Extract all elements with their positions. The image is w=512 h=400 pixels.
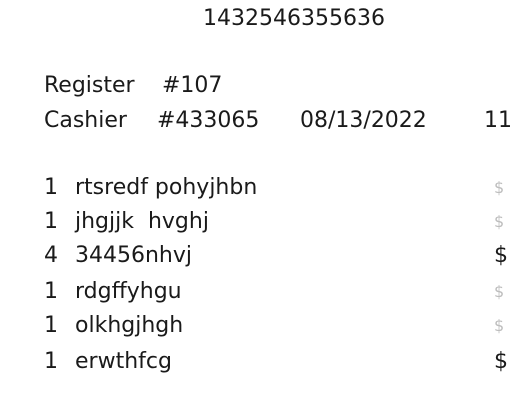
- item-qty: 1: [44, 175, 58, 200]
- transaction-date: 08/13/2022: [300, 108, 427, 133]
- cashier-number: #433065: [157, 108, 260, 133]
- item-price: $: [494, 178, 505, 197]
- item-qty: 1: [44, 313, 58, 338]
- item-qty: 1: [44, 279, 58, 304]
- barcode-number: 1432546355636: [203, 6, 385, 31]
- item-name: rdgffyhgu: [75, 279, 182, 304]
- item-price: $: [494, 282, 505, 301]
- item-qty: 4: [44, 243, 58, 268]
- transaction-time: 11: [484, 108, 512, 133]
- cashier-label: Cashier: [44, 108, 127, 133]
- item-price: $: [494, 243, 508, 268]
- item-price: $: [494, 349, 508, 374]
- item-price: $: [494, 316, 505, 335]
- register-number: #107: [162, 73, 223, 98]
- item-qty: 1: [44, 349, 58, 374]
- item-name: rtsredf pohyjhbn: [75, 175, 258, 200]
- item-name: jhgjjk hvghj: [75, 209, 209, 234]
- item-name: erwthfcg: [75, 349, 172, 374]
- receipt: 1432546355636 Register #107 Cashier #433…: [0, 0, 512, 400]
- item-price: $: [494, 212, 505, 231]
- register-label: Register: [44, 73, 135, 98]
- item-name: olkhgjhgh: [75, 313, 184, 338]
- item-qty: 1: [44, 209, 58, 234]
- item-name: 34456nhvj: [75, 243, 193, 268]
